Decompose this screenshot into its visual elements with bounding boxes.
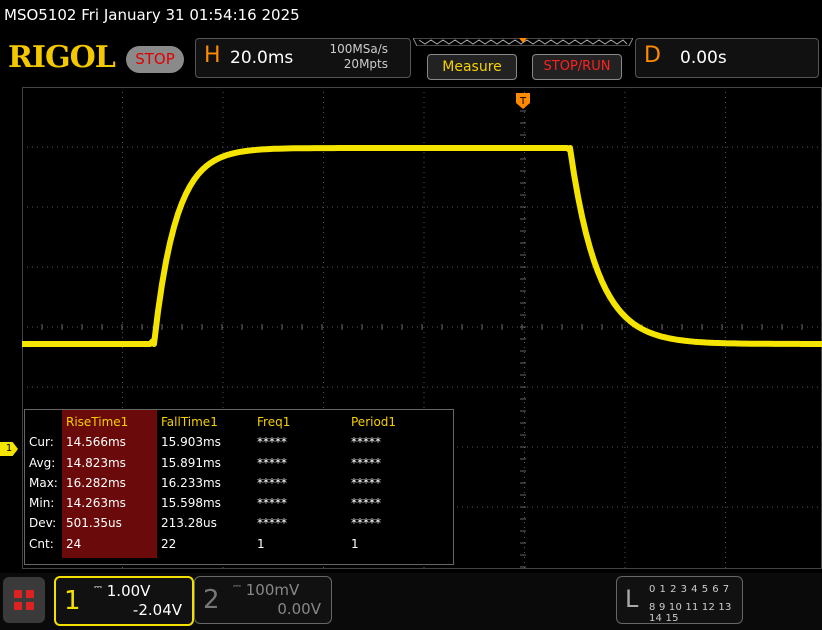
measurement-value: ***** [257, 455, 287, 470]
channel1-trace [22, 145, 822, 347]
channel1-number: 1 [64, 586, 81, 616]
menu-grid-icon [14, 590, 34, 610]
row-label: Dev: [29, 516, 57, 531]
measurement-value: 213.28us [161, 516, 217, 531]
measurement-value: ***** [351, 475, 381, 490]
measurement-value: 501.35us [66, 516, 122, 531]
logic-channels-row1: 0 1 2 3 4 5 6 7 [649, 584, 730, 595]
column-header: FallTime1 [161, 415, 218, 429]
measurement-value: 15.891ms [161, 455, 221, 470]
measurement-value: ***** [351, 455, 381, 470]
measurement-value: 16.282ms [66, 475, 126, 490]
measurement-value: ***** [351, 516, 381, 531]
measurement-value: ***** [257, 435, 287, 450]
measurement-value: 24 [66, 536, 82, 551]
channel2-panel[interactable]: 2 ⎓ 100mV 0.00V [194, 576, 332, 624]
column-header: Period1 [351, 415, 397, 429]
channel2-scale-value: 100mV [245, 581, 300, 599]
measurement-value: 22 [161, 536, 177, 551]
measurement-value: 14.823ms [66, 455, 126, 470]
channel1-panel[interactable]: 1 ⎓ 1.00V -2.04V [54, 576, 194, 626]
measurement-value: 1 [351, 536, 359, 551]
row-label: Cur: [29, 435, 54, 450]
channel1-scale: ⎓ 1.00V [94, 582, 150, 600]
delay-panel[interactable]: D 0.00s [635, 38, 819, 78]
measurement-value: 14.566ms [66, 435, 126, 450]
measurement-value: ***** [257, 475, 287, 490]
channel2-number: 2 [203, 585, 220, 615]
channel1-offset-marker[interactable]: 1 [0, 442, 18, 456]
horizontal-timebase-panel[interactable]: H 20.0ms 100MSa/s 20Mpts [195, 38, 411, 78]
period-column[interactable]: Period1 ***** ***** ***** ***** ***** 1 [351, 412, 396, 554]
channel2-offset: 0.00V [277, 600, 321, 618]
measurement-value: ***** [257, 496, 287, 511]
column-header: RiseTime1 [66, 415, 129, 429]
measurement-value: ***** [351, 435, 381, 450]
stop-run-button[interactable]: STOP/RUN [532, 54, 622, 80]
window-title: MSO5102 Fri January 31 01:54:16 2025 [4, 6, 300, 24]
channel2-scale: ⎓ 100mV [233, 581, 299, 599]
horizontal-letter: H [204, 43, 221, 68]
memory-position-bar [413, 38, 633, 46]
trigger-position-icon: T [516, 93, 530, 109]
row-label: Max: [29, 475, 58, 490]
dc-coupling-icon: ⎓ [233, 581, 241, 592]
timebase-value: 20.0ms [230, 48, 294, 68]
logic-analyzer-panel[interactable]: L 0 1 2 3 4 5 6 7 8 9 10 11 12 13 14 15 [616, 576, 743, 624]
measurement-value: ***** [257, 516, 287, 531]
sample-rate: 100MSa/s [329, 42, 388, 56]
dc-coupling-icon: ⎓ [94, 582, 102, 593]
fall-time-column[interactable]: FallTime1 15.903ms 15.891ms 16.233ms 15.… [161, 412, 221, 554]
measurement-value: 1 [257, 536, 265, 551]
channel1-offset: -2.04V [132, 601, 182, 619]
row-labels: Cur: Avg: Max: Min: Dev: Cnt: [29, 412, 58, 554]
logic-letter: L [625, 585, 639, 613]
trigger-marker-label: T [519, 96, 527, 107]
delay-letter: D [644, 43, 661, 68]
row-label: Cnt: [29, 536, 54, 551]
delay-value: 0.00s [680, 48, 727, 68]
freq-column[interactable]: Freq1 ***** ***** ***** ***** ***** 1 [257, 412, 290, 554]
rigol-logo: RIGOL [8, 40, 116, 75]
main-menu-button[interactable] [3, 577, 45, 623]
rise-time-column[interactable]: RiseTime1 14.566ms 14.823ms 16.282ms 14.… [66, 412, 128, 554]
measure-button[interactable]: Measure [427, 54, 517, 80]
run-state-badge[interactable]: STOP [126, 46, 184, 73]
logic-channels-row2: 8 9 10 11 12 13 14 15 [649, 602, 732, 624]
column-header: Freq1 [257, 415, 291, 429]
measurement-value: 16.233ms [161, 475, 221, 490]
row-label: Avg: [29, 455, 56, 470]
row-label: Min: [29, 496, 55, 511]
memory-depth: 20Mpts [343, 57, 388, 71]
measurement-value: 15.598ms [161, 496, 221, 511]
channel1-scale-value: 1.00V [106, 582, 151, 600]
measurement-value: ***** [351, 496, 381, 511]
measurement-value: 14.263ms [66, 496, 126, 511]
measurement-panel: Cur: Avg: Max: Min: Dev: Cnt: RiseTime1 … [24, 409, 454, 565]
measurement-value: 15.903ms [161, 435, 221, 450]
sample-info: 100MSa/s 20Mpts [312, 42, 388, 72]
